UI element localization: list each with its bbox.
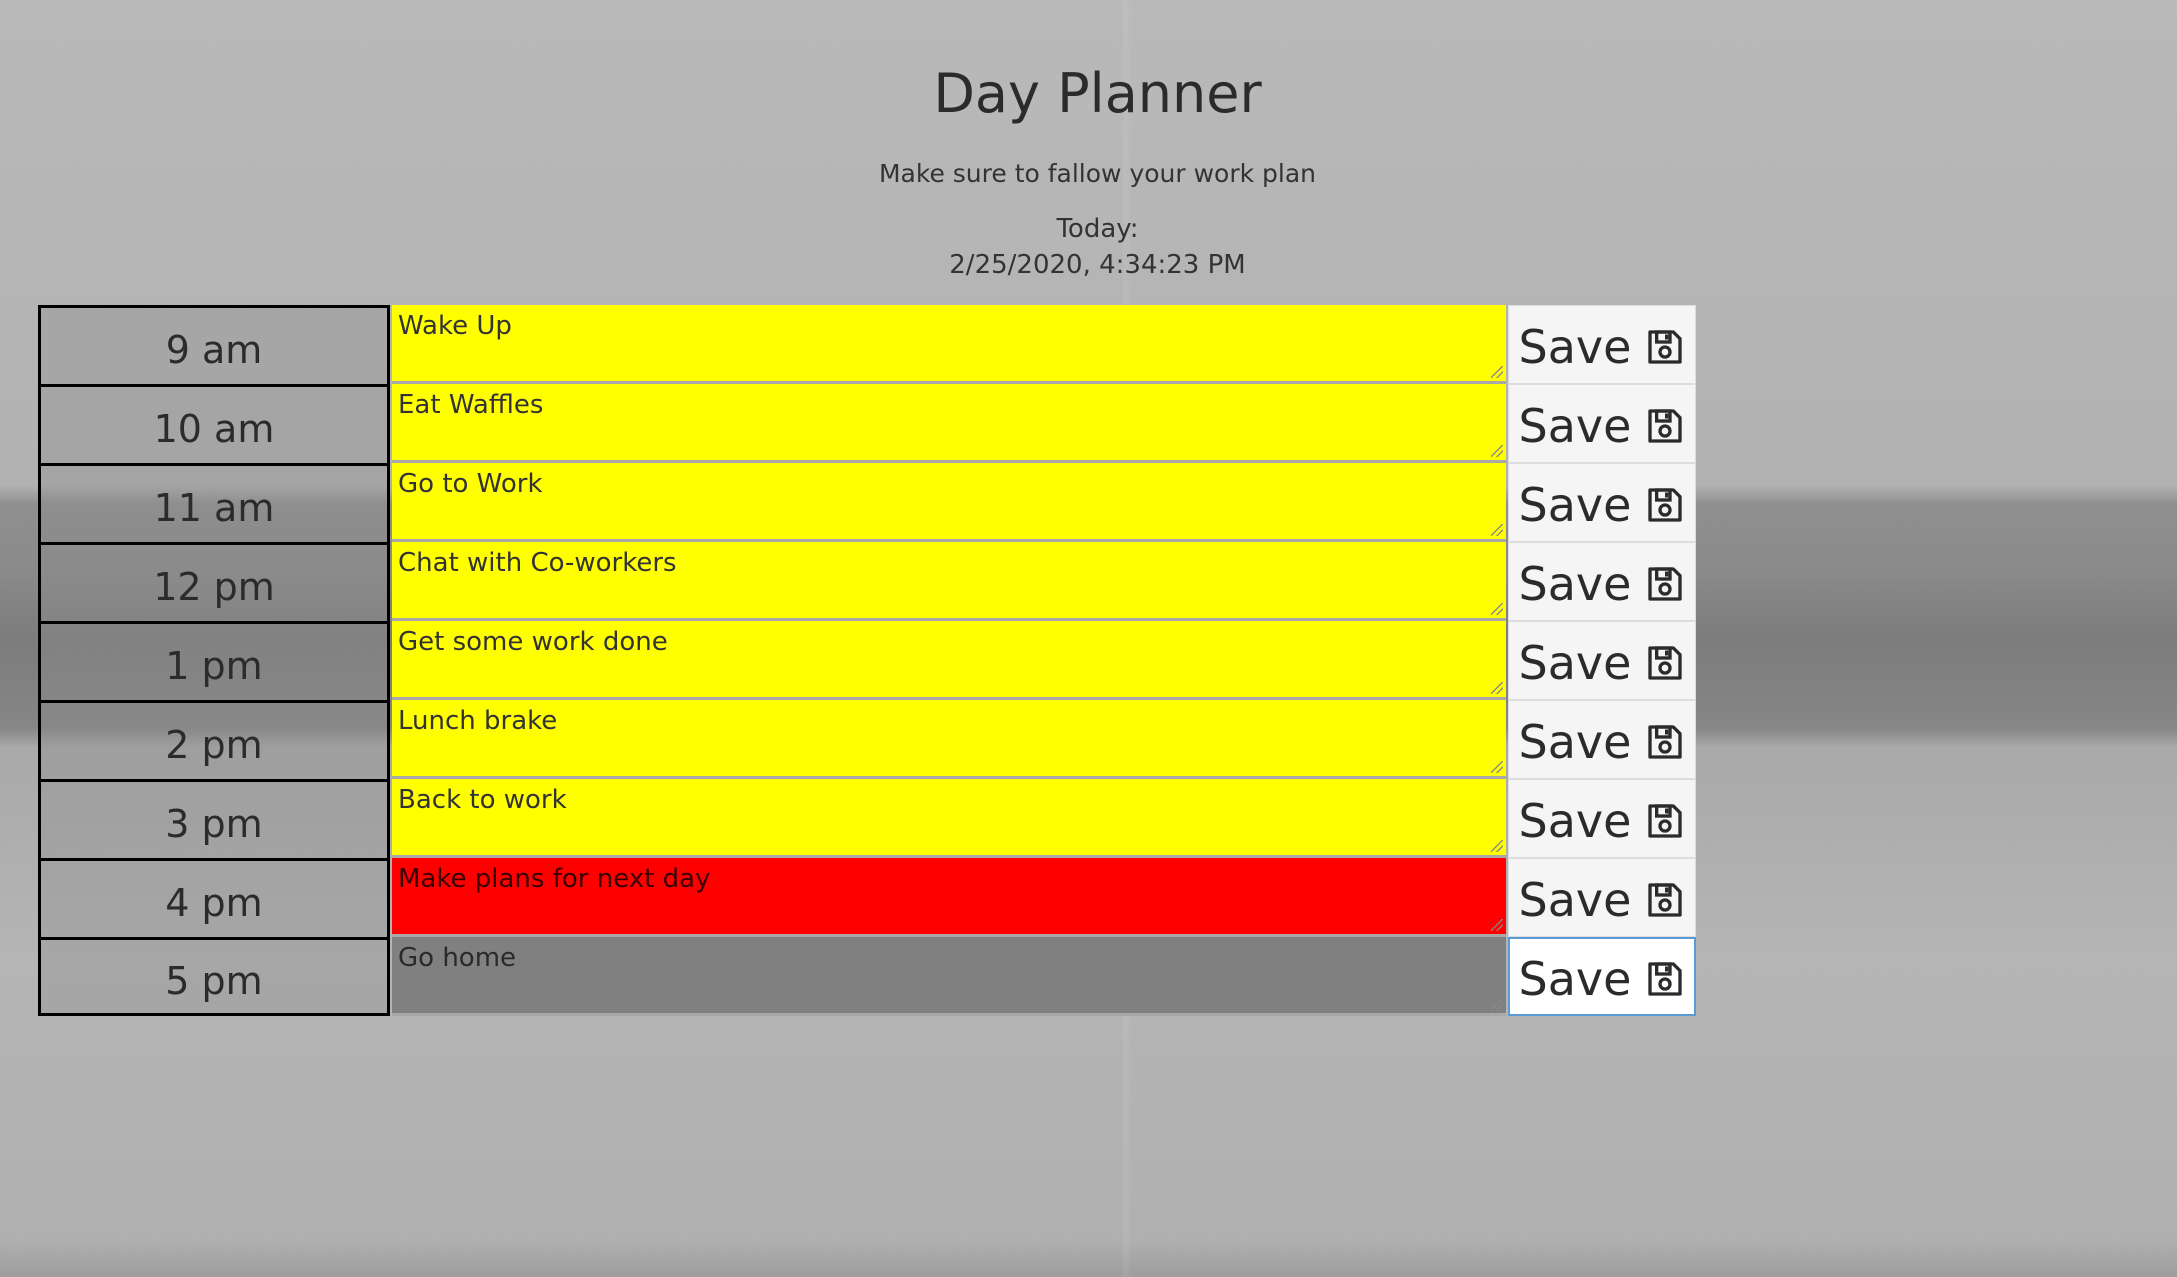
task-textarea[interactable]: Go to Work [392, 463, 1506, 542]
save-button-label: Save [1518, 398, 1632, 453]
save-button[interactable]: Save [1508, 542, 1696, 621]
save-button-label: Save [1518, 872, 1632, 927]
resize-grip-icon[interactable] [1491, 603, 1503, 615]
save-button-label: Save [1518, 635, 1632, 690]
hour-label: 11 am [38, 463, 390, 542]
floppy-disk-icon [1648, 329, 1683, 364]
resize-grip-icon[interactable] [1491, 524, 1503, 536]
floppy-disk-icon [1648, 882, 1683, 917]
save-button-label: Save [1518, 951, 1632, 1006]
save-button-label: Save [1518, 714, 1632, 769]
time-block-row: 2 pm Lunch brake Save [38, 700, 1702, 779]
page-title: Day Planner [933, 62, 1262, 125]
time-block-row: 12 pm Chat with Co-workers Save [38, 542, 1702, 621]
hour-label: 12 pm [38, 542, 390, 621]
save-button[interactable]: Save [1508, 700, 1696, 779]
resize-grip-icon[interactable] [1491, 761, 1503, 773]
save-button-label: Save [1518, 793, 1632, 848]
task-textarea[interactable]: Make plans for next day [392, 858, 1506, 937]
page-subtitle: Make sure to fallow your work plan [878, 159, 1317, 188]
task-textarea[interactable]: Get some work done [392, 621, 1506, 700]
hour-label: 4 pm [38, 858, 390, 937]
resize-grip-icon[interactable] [1491, 919, 1503, 931]
task-textarea[interactable]: Back to work [392, 779, 1506, 858]
floppy-disk-icon [1648, 408, 1683, 443]
hour-label: 10 am [38, 384, 390, 463]
resize-grip-icon[interactable] [1491, 366, 1503, 378]
save-button[interactable]: Save [1508, 463, 1696, 542]
floppy-disk-icon [1648, 566, 1683, 601]
floppy-disk-icon [1648, 724, 1683, 759]
time-block-list: 9 am Wake Up Save 10 am Eat Waffles Save… [38, 305, 1702, 1016]
resize-grip-icon[interactable] [1491, 445, 1503, 457]
time-block-row: 10 am Eat Waffles Save [38, 384, 1702, 463]
time-block-row: 4 pm Make plans for next day Save [38, 858, 1702, 937]
floppy-disk-icon [1648, 961, 1683, 996]
save-button[interactable]: Save [1508, 858, 1696, 937]
hour-label: 9 am [38, 305, 390, 384]
time-block-row: 11 am Go to Work Save [38, 463, 1702, 542]
save-button-label: Save [1518, 556, 1632, 611]
time-block-row: 3 pm Back to work Save [38, 779, 1702, 858]
hour-label: 2 pm [38, 700, 390, 779]
time-block-row: 1 pm Get some work done Save [38, 621, 1702, 700]
task-textarea[interactable]: Go home [392, 937, 1506, 1016]
task-textarea[interactable]: Lunch brake [392, 700, 1506, 779]
resize-grip-icon[interactable] [1491, 682, 1503, 694]
resize-grip-icon[interactable] [1491, 998, 1503, 1010]
save-button[interactable]: Save [1508, 779, 1696, 858]
save-button[interactable]: Save [1508, 384, 1696, 463]
hour-label: 1 pm [38, 621, 390, 700]
save-button-label: Save [1518, 319, 1632, 374]
current-datetime: 2/25/2020, 4:34:23 PM [949, 250, 1246, 280]
hour-label: 3 pm [38, 779, 390, 858]
page-header: Day Planner Make sure to fallow your wor… [0, 62, 2177, 280]
save-button[interactable]: Save [1508, 621, 1696, 700]
time-block-row: 5 pm Go home Save [38, 937, 1702, 1016]
task-textarea[interactable]: Wake Up [392, 305, 1506, 384]
resize-grip-icon[interactable] [1491, 840, 1503, 852]
hour-label: 5 pm [38, 937, 390, 1016]
task-textarea[interactable]: Chat with Co-workers [392, 542, 1506, 621]
floppy-disk-icon [1648, 487, 1683, 522]
floppy-disk-icon [1648, 645, 1683, 680]
today-label: Today: [1056, 214, 1139, 244]
save-button[interactable]: Save [1508, 937, 1696, 1016]
floppy-disk-icon [1648, 803, 1683, 838]
save-button[interactable]: Save [1508, 305, 1696, 384]
time-block-row: 9 am Wake Up Save [38, 305, 1702, 384]
task-textarea[interactable]: Eat Waffles [392, 384, 1506, 463]
save-button-label: Save [1518, 477, 1632, 532]
